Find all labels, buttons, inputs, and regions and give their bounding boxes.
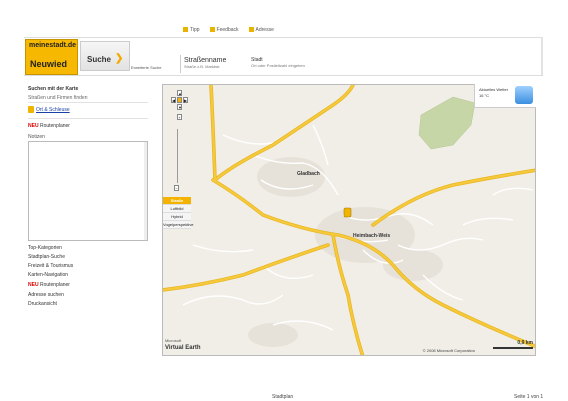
divider	[28, 118, 148, 119]
pan-center-button[interactable]	[177, 97, 182, 103]
map-view-switcher: Straße Luftbild Hybrid Vogelperspektive	[163, 197, 193, 229]
map-pin-icon	[28, 106, 34, 113]
zoom-in-button[interactable]: +	[177, 114, 182, 120]
routenplaner-label: Routenplaner	[39, 123, 70, 129]
left-link-6[interactable]: Druckansicht	[28, 301, 57, 307]
view-hybrid-button[interactable]: Hybrid	[163, 213, 191, 221]
notes-label: Notizen	[28, 134, 45, 140]
place-label-heimbach: Heimbach-Weis	[353, 233, 391, 239]
view-aerial-button[interactable]: Luftbild	[163, 205, 191, 213]
ort-link-label: Ort & Schleuse	[36, 106, 70, 113]
map-search-title: Suchen mit der Karte	[28, 86, 79, 92]
advanced-search-link[interactable]: Erweiterte Suche	[131, 65, 161, 70]
routenplaner-link-bottom[interactable]: NEU Routenplaner	[28, 282, 70, 288]
feedback-icon	[209, 27, 215, 33]
address-icon	[248, 27, 254, 33]
search-tab[interactable]: Suche ❯	[80, 41, 130, 71]
notes-textarea[interactable]	[28, 141, 148, 241]
weather-text: Aktuelles Wetter 16 °C	[479, 87, 508, 99]
top-link-feedback[interactable]: Feedback	[209, 27, 239, 33]
footer-page: Seite 1 von 1	[514, 394, 544, 400]
tip-icon	[183, 27, 188, 33]
header-edge	[541, 37, 543, 75]
pan-down-button[interactable]: ▼	[177, 104, 182, 110]
header-separator	[180, 55, 181, 73]
left-link-1[interactable]: Top-Kategorien	[28, 245, 62, 251]
left-link-3[interactable]: Freizeit & Tourismus	[28, 263, 73, 269]
pan-left-button[interactable]: ◀	[171, 97, 176, 103]
logo-text: meinestadt.de	[29, 42, 77, 49]
weather-cloud-icon	[515, 86, 533, 104]
weather-widget[interactable]: Aktuelles Wetter 16 °C	[474, 84, 536, 108]
left-link-2[interactable]: Stadtplan-Suche	[28, 254, 65, 260]
virtual-earth-logo: Virtual Earth	[165, 345, 201, 351]
weather-temp: 16 °C	[479, 93, 490, 98]
logo-city: Neuwied	[30, 59, 68, 69]
header-divider-bottom	[24, 75, 543, 76]
logo[interactable]: meinestadt.de Neuwied	[25, 39, 78, 75]
routenplaner-label: Routenplaner	[39, 282, 70, 288]
pan-up-button[interactable]: ▲	[177, 90, 182, 96]
street-field-hint: Straße z.B. Marktstr.	[184, 64, 221, 69]
left-link-4[interactable]: Karten-Navigation	[28, 272, 68, 278]
footer-title: Stadtplan	[272, 394, 294, 400]
top-links: Tipp Feedback Adresse	[183, 27, 274, 33]
left-link-5[interactable]: Adresse suchen	[28, 292, 64, 298]
map-scale-bar	[493, 347, 533, 349]
map-search-subtitle[interactable]: Straßen und Firmen finden	[28, 95, 87, 101]
view-street-button[interactable]: Straße	[163, 197, 191, 205]
scrollbar[interactable]	[144, 142, 147, 240]
zoom-slider-track[interactable]	[177, 129, 178, 183]
top-link-adresse[interactable]: Adresse	[248, 27, 274, 33]
city-field[interactable]: Stadt Ort oder Postleitzahl eingeben	[251, 57, 305, 68]
street-field[interactable]: Straßenname Straße z.B. Marktstr.	[184, 57, 226, 69]
search-tab-label: Suche	[87, 55, 112, 64]
header-divider-top	[24, 37, 543, 38]
map-scale-label: 0,9 km	[517, 340, 533, 346]
map-canvas[interactable]: ▲ ◀ ▶ ▼ + − Straße Luftbild Hybrid Vogel…	[162, 84, 536, 356]
top-link-tipp[interactable]: Tipp	[183, 27, 200, 33]
street-field-label: Straßenname	[184, 57, 227, 64]
place-label-gladbach: Gladbach	[297, 171, 320, 177]
chevron-right-icon: ❯	[115, 53, 124, 64]
view-birdseye-button[interactable]: Vogelperspektive	[163, 221, 193, 229]
ort-link[interactable]: Ort & Schleuse	[28, 106, 70, 113]
pan-right-button[interactable]: ▶	[183, 97, 188, 103]
new-badge: NEU	[28, 123, 39, 129]
map-graphic	[163, 85, 535, 355]
map-brand-small: Microsoft	[165, 338, 182, 343]
divider	[28, 102, 148, 103]
new-badge: NEU	[28, 282, 39, 288]
routenplaner-link-top[interactable]: NEU Routenplaner	[28, 123, 70, 129]
zoom-out-button[interactable]: −	[174, 185, 179, 191]
city-field-hint: Ort oder Postleitzahl eingeben	[251, 63, 305, 68]
map-copyright: © 2008 Microsoft Corporation	[422, 348, 475, 353]
